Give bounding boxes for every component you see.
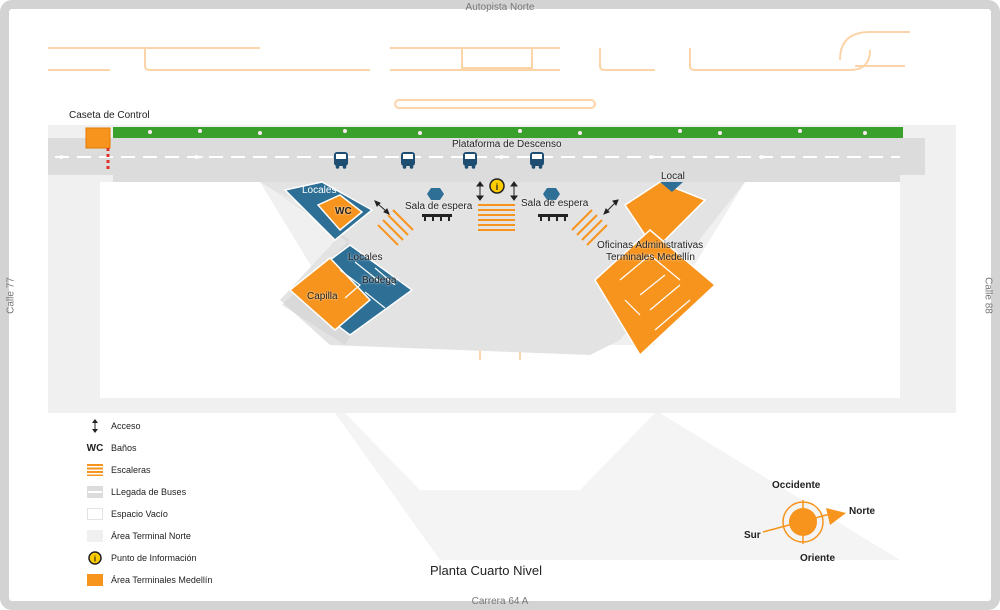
oficinas-label-line1: Oficinas Administrativas: [597, 240, 704, 251]
medellin-area-icon: [86, 574, 104, 586]
compass-oriente-label: Oriente: [800, 553, 836, 564]
legend-item-north-area: Área Terminal Norte: [86, 528, 191, 544]
legend-item-stairs: Escaleras: [86, 462, 151, 478]
legend-label: Acceso: [111, 421, 141, 431]
local-label: Local: [661, 171, 685, 182]
info-point-letter: i: [496, 182, 499, 192]
legend-label: Espacio Vacío: [111, 509, 168, 519]
compass-occidente-label: Occidente: [772, 480, 821, 491]
legend-label: Baños: [111, 443, 137, 453]
compass-sur-label: Sur: [744, 530, 761, 541]
compass-norte-label: Norte: [849, 506, 876, 517]
legend-item-medellin-area: Área Terminales Medellín: [86, 572, 212, 588]
grass-strip: [113, 127, 903, 138]
wc-label: WC: [335, 206, 352, 217]
ghost-lower-level-top: [48, 31, 910, 109]
legend-label: Punto de Información: [111, 553, 197, 563]
legend-item-empty-space: Espacio Vacío: [86, 506, 168, 522]
legend-label: Área Terminal Norte: [111, 531, 191, 541]
stairs-icon: [86, 464, 104, 476]
floor-title: Planta Cuarto Nivel: [430, 563, 542, 578]
plataforma-label: Plataforma de Descenso: [452, 139, 562, 150]
sala-espera-right-label: Sala de espera: [521, 198, 589, 209]
locales-top-label: Locales: [302, 185, 337, 196]
north-terminal-area-icon: [86, 530, 104, 542]
legend-item-access: Acceso: [86, 418, 141, 434]
legend-label: Escaleras: [111, 465, 151, 475]
info-point-legend-icon: i: [86, 551, 104, 565]
capilla-label: Capilla: [307, 291, 338, 302]
bus-arrival-icon: [86, 486, 104, 498]
empty-space-icon: [86, 508, 104, 520]
wc-text-icon: WC: [86, 442, 104, 454]
caseta-label: Caseta de Control: [69, 110, 150, 121]
locales-mid-label: Locales: [348, 252, 383, 263]
legend-label: Área Terminales Medellín: [111, 575, 213, 585]
legend-item-info: i Punto de Información: [86, 550, 197, 566]
oficinas-label-line2: Terminales Medellín: [606, 252, 695, 263]
legend-item-bus-arrival: LLegada de Buses: [86, 484, 186, 500]
svg-text:i: i: [94, 555, 96, 564]
sala-espera-left-label: Sala de espera: [405, 201, 473, 212]
legend-label: LLegada de Buses: [111, 487, 187, 497]
legend-item-wc: WC Baños: [86, 440, 137, 456]
caseta-de-control: [85, 127, 111, 149]
bodega-label: Bodega: [362, 275, 397, 286]
access-arrow-icon: [86, 419, 104, 433]
